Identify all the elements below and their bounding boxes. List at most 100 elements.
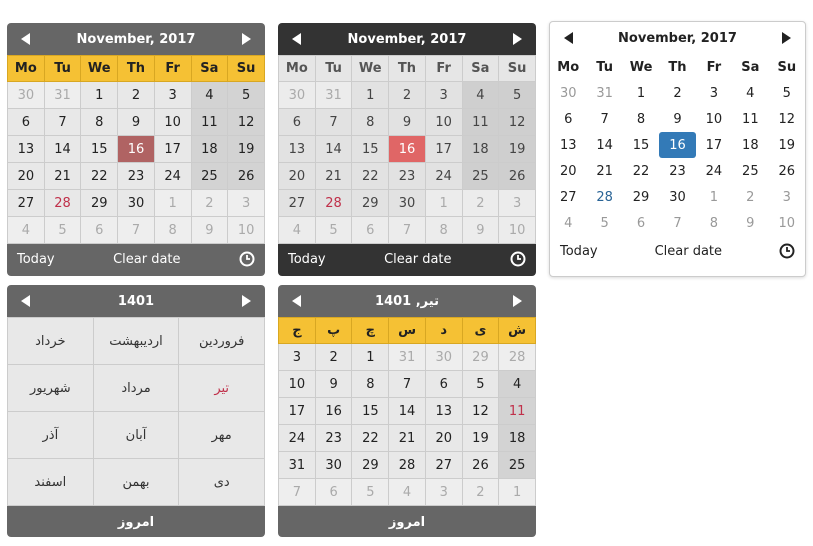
day-cell[interactable]: 2 (461, 478, 500, 506)
day-cell[interactable]: 20 (278, 162, 316, 190)
day-cell[interactable]: 3 (498, 189, 536, 217)
month-year-switch[interactable]: تیر, 1401 (306, 294, 508, 309)
day-cell[interactable]: 21 (314, 162, 353, 190)
day-cell[interactable]: 10 (153, 108, 192, 136)
day-cell[interactable]: 31 (314, 81, 353, 109)
day-cell[interactable]: 15 (80, 135, 119, 163)
day-cell[interactable]: 6 (314, 478, 353, 506)
day-cell[interactable]: 18 (461, 135, 500, 163)
day-cell[interactable]: 4 (550, 210, 587, 236)
day-cell[interactable]: 22 (351, 162, 390, 190)
day-cell[interactable]: 4 (732, 80, 769, 106)
prev-month-button[interactable] (288, 30, 306, 48)
clock-icon[interactable] (779, 243, 795, 259)
day-cell[interactable]: 11 (461, 108, 500, 136)
month-cell[interactable]: دی (178, 458, 265, 506)
day-cell[interactable]: 1 (153, 189, 192, 217)
day-cell[interactable]: 2 (388, 81, 426, 109)
today-button[interactable]: امروز (118, 515, 154, 530)
day-cell[interactable]: 10 (227, 216, 265, 244)
day-cell[interactable]: 13 (7, 135, 45, 163)
today-button[interactable]: امروز (389, 515, 425, 530)
clear-date-button[interactable]: Clear date (655, 244, 722, 259)
day-cell[interactable]: 25 (190, 162, 229, 190)
prev-month-button[interactable] (17, 30, 35, 48)
today-button[interactable]: Today (17, 252, 55, 267)
day-cell[interactable]: 11 (190, 108, 229, 136)
day-cell[interactable]: 24 (695, 158, 733, 184)
day-cell[interactable]: 19 (768, 132, 805, 158)
day-cell[interactable]: 9 (117, 108, 155, 136)
day-cell[interactable]: 6 (622, 210, 660, 236)
day-cell[interactable]: 4 (190, 81, 229, 109)
day-cell[interactable]: 5 (586, 210, 623, 236)
day-cell[interactable]: 28 (43, 189, 82, 217)
day-cell[interactable]: 8 (695, 210, 733, 236)
day-cell[interactable]: 25 (732, 158, 769, 184)
day-cell[interactable]: 3 (424, 81, 463, 109)
day-cell[interactable]: 2 (117, 81, 155, 109)
day-cell[interactable]: 8 (80, 108, 119, 136)
day-cell[interactable]: 5 (43, 216, 82, 244)
day-cell[interactable]: 9 (388, 108, 426, 136)
day-cell[interactable]: 9 (732, 210, 769, 236)
day-cell[interactable]: 2 (732, 184, 769, 210)
next-month-button[interactable] (508, 30, 526, 48)
day-cell[interactable]: 2 (190, 189, 229, 217)
today-button[interactable]: Today (560, 244, 598, 259)
day-cell[interactable]: 5 (768, 80, 805, 106)
day-cell[interactable]: 13 (550, 132, 587, 158)
day-cell[interactable]: 10 (278, 370, 316, 398)
month-cell[interactable]: اسفند (7, 458, 94, 506)
day-cell[interactable]: 30 (424, 343, 463, 371)
day-cell[interactable]: 4 (461, 81, 500, 109)
day-cell[interactable]: 30 (550, 80, 587, 106)
day-cell[interactable]: 6 (351, 216, 390, 244)
day-cell[interactable]: 28 (498, 343, 536, 371)
day-cell[interactable]: 7 (388, 216, 426, 244)
day-cell[interactable]: 12 (768, 106, 805, 132)
day-cell[interactable]: 26 (227, 162, 265, 190)
month-cell[interactable]: آذر (7, 411, 94, 459)
day-cell[interactable]: 17 (153, 135, 192, 163)
day-cell[interactable]: 25 (498, 451, 536, 479)
day-cell[interactable]: 14 (43, 135, 82, 163)
clear-date-button[interactable]: Clear date (384, 252, 451, 267)
day-cell[interactable]: 22 (351, 424, 390, 452)
day-cell[interactable]: 2 (314, 343, 353, 371)
day-cell[interactable]: 14 (388, 397, 426, 425)
month-year-switch[interactable]: November, 2017 (578, 31, 777, 46)
day-cell[interactable]: 1 (351, 81, 390, 109)
day-cell[interactable]: 12 (461, 397, 500, 425)
day-cell[interactable]: 6 (278, 108, 316, 136)
day-cell[interactable]: 9 (190, 216, 229, 244)
day-cell[interactable]: 5 (227, 81, 265, 109)
day-cell[interactable]: 29 (351, 189, 390, 217)
day-cell[interactable]: 8 (351, 108, 390, 136)
day-cell-selected[interactable]: 16 (388, 135, 426, 163)
day-cell[interactable]: 27 (7, 189, 45, 217)
day-cell[interactable]: 1 (424, 189, 463, 217)
day-cell[interactable]: 7 (117, 216, 155, 244)
day-cell[interactable]: 28 (314, 189, 353, 217)
day-cell[interactable]: 12 (498, 108, 536, 136)
day-cell[interactable]: 3 (768, 184, 805, 210)
day-cell[interactable]: 15 (351, 397, 390, 425)
day-cell[interactable]: 3 (695, 80, 733, 106)
month-cell[interactable]: بهمن (92, 458, 180, 506)
day-cell[interactable]: 31 (586, 80, 623, 106)
day-cell[interactable]: 23 (659, 158, 696, 184)
day-cell[interactable]: 7 (314, 108, 353, 136)
day-cell[interactable]: 16 (314, 397, 353, 425)
next-month-button[interactable] (237, 30, 255, 48)
prev-month-button[interactable] (288, 292, 306, 310)
day-cell[interactable]: 27 (278, 189, 316, 217)
day-cell[interactable]: 5 (314, 216, 353, 244)
day-cell[interactable]: 29 (80, 189, 119, 217)
day-cell[interactable]: 7 (278, 478, 316, 506)
day-cell[interactable]: 19 (498, 135, 536, 163)
day-cell[interactable]: 17 (695, 132, 733, 158)
day-cell[interactable]: 30 (117, 189, 155, 217)
day-cell[interactable]: 30 (278, 81, 316, 109)
day-cell[interactable]: 17 (424, 135, 463, 163)
